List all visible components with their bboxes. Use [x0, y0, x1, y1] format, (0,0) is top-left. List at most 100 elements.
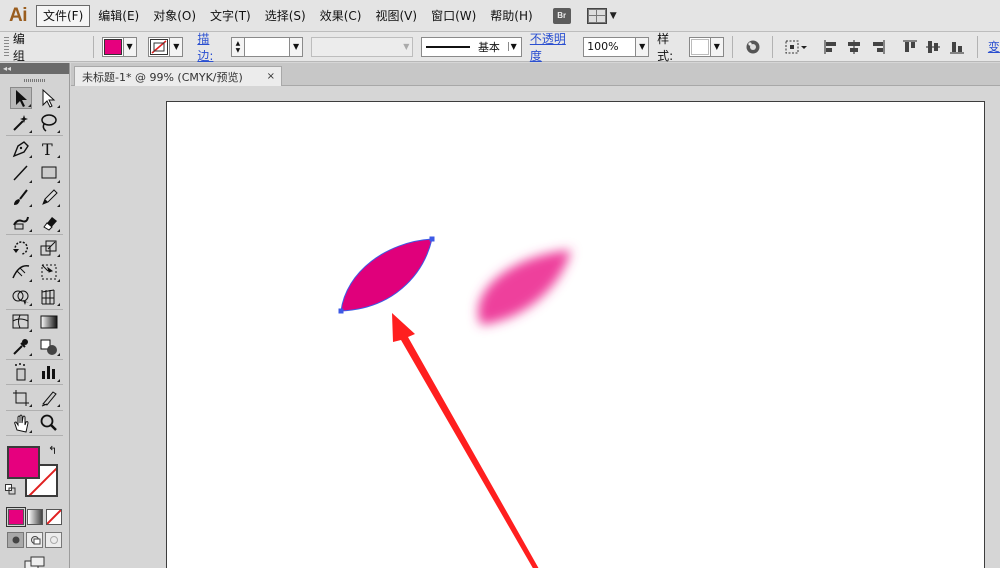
none-mode-button[interactable]	[46, 509, 62, 525]
color-mode-button[interactable]	[6, 507, 26, 527]
workspace-switcher-button[interactable]: ▼	[583, 5, 621, 27]
align-to-dropdown[interactable]	[783, 37, 809, 57]
pencil-tool[interactable]	[38, 186, 60, 208]
type-tool[interactable]: T	[38, 137, 60, 159]
tool-row	[0, 411, 69, 436]
stroke-color-dropdown[interactable]: ▼	[148, 36, 184, 57]
align-bottom-button[interactable]	[947, 37, 967, 57]
stroke-weight-stepper[interactable]: ▲ ▼	[231, 36, 245, 57]
tools-panel-grip[interactable]	[0, 74, 69, 86]
lasso-tool[interactable]	[38, 112, 60, 134]
stroke-none-swatch	[150, 38, 169, 55]
eyedropper-tool[interactable]	[10, 335, 32, 357]
transform-panel-link[interactable]: 变	[986, 38, 1000, 55]
recolor-artwork-button[interactable]	[743, 37, 763, 57]
svg-text:T: T	[42, 140, 53, 159]
tool-grid: T	[0, 86, 69, 435]
align-right-button[interactable]	[868, 37, 888, 57]
menu-item-2[interactable]: 对象(O)	[147, 5, 202, 27]
menu-item-7[interactable]: 窗口(W)	[425, 5, 482, 27]
mesh-icon	[12, 314, 29, 329]
blob-brush-tool[interactable]	[10, 211, 32, 233]
draw-normal-button[interactable]	[7, 532, 24, 548]
opacity-input[interactable]: 100%	[583, 36, 637, 57]
slice-tool[interactable]	[38, 386, 60, 408]
direct-selection-tool[interactable]	[38, 87, 60, 109]
align-top-icon	[902, 40, 917, 52]
canvas-area[interactable]	[71, 87, 1000, 568]
close-icon[interactable]: ×	[267, 71, 275, 82]
control-bar-grip[interactable]	[4, 36, 9, 57]
anchor-point[interactable]	[429, 236, 435, 242]
align-left-button[interactable]	[821, 37, 841, 57]
magic-wand-tool[interactable]	[10, 112, 32, 134]
stroke-panel-link[interactable]: 描边:	[197, 30, 225, 64]
opacity-panel-link[interactable]: 不透明度	[530, 30, 577, 64]
paintbrush-tool[interactable]	[10, 186, 32, 208]
tool-row	[0, 185, 69, 210]
document-tab[interactable]: 未标题-1* @ 99% (CMYK/预览) ×	[74, 66, 282, 86]
swap-fill-stroke-icon[interactable]: ↰	[48, 444, 57, 457]
free-transform-tool[interactable]	[38, 261, 60, 283]
selection-tool[interactable]	[9, 87, 32, 110]
opacity-dropdown[interactable]: ▼	[636, 36, 650, 57]
hand-icon	[14, 414, 29, 433]
rectangle-tool[interactable]	[38, 162, 60, 184]
selection-type-label: 编组	[12, 31, 25, 63]
draw-behind-button[interactable]	[26, 532, 43, 548]
line-segment-tool[interactable]	[10, 162, 32, 184]
gradient-tool[interactable]	[38, 311, 60, 333]
drawing-mode-row	[0, 528, 69, 552]
tools-panel-collapse[interactable]: ◂◂	[0, 63, 69, 74]
bridge-button[interactable]: Br	[549, 5, 575, 27]
eraser-tool[interactable]	[38, 211, 60, 233]
menu-item-5[interactable]: 效果(C)	[314, 5, 368, 27]
symbol-sprayer-tool[interactable]	[10, 361, 32, 383]
blend-tool[interactable]	[38, 335, 60, 357]
graphic-style-dropdown[interactable]: ▼	[688, 36, 724, 57]
hand-tool[interactable]	[10, 412, 32, 434]
selected-petal-shape[interactable]	[341, 239, 432, 311]
menu-item-0[interactable]: 文件(F)	[36, 4, 91, 27]
fill-color-box[interactable]	[7, 446, 40, 479]
draw-inside-icon	[49, 536, 58, 544]
default-fill-stroke-icon[interactable]	[5, 484, 16, 495]
tool-row	[0, 310, 69, 335]
width-tool[interactable]	[10, 261, 32, 283]
gradient-mode-button[interactable]	[27, 509, 43, 525]
align-top-button[interactable]	[900, 37, 920, 57]
mesh-tool[interactable]	[10, 311, 32, 333]
variable-width-profile-dropdown[interactable]: ▼	[310, 36, 414, 57]
menu-item-6[interactable]: 视图(V)	[369, 5, 423, 27]
column-graph-tool[interactable]	[38, 361, 60, 383]
align-horizontal-center-button[interactable]	[845, 37, 865, 57]
align-right-icon	[873, 39, 885, 54]
color-mode-row	[0, 506, 69, 528]
artboard-tool[interactable]	[10, 386, 32, 408]
screen-mode-icon	[24, 556, 44, 568]
tool-row	[0, 260, 69, 285]
rotate-tool[interactable]	[10, 236, 32, 258]
paintbrush-icon	[14, 189, 28, 205]
menu-item-4[interactable]: 选择(S)	[259, 5, 312, 27]
divider	[92, 35, 94, 58]
lasso-icon	[41, 114, 57, 132]
perspective-grid-tool[interactable]	[38, 285, 60, 307]
zoom-tool[interactable]	[38, 412, 60, 434]
draw-inside-button[interactable]	[45, 532, 62, 548]
fill-color-dropdown[interactable]: ▼	[101, 36, 137, 57]
stroke-weight-dropdown[interactable]: ▼	[290, 36, 303, 57]
menu-item-8[interactable]: 帮助(H)	[484, 5, 538, 27]
anchor-point[interactable]	[338, 308, 344, 314]
brush-definition-dropdown[interactable]: 基本 ▼	[421, 36, 522, 57]
pen-tool[interactable]	[10, 137, 32, 159]
blurred-petal-shape[interactable]	[478, 250, 571, 325]
align-vertical-center-button[interactable]	[924, 37, 944, 57]
menu-item-3[interactable]: 文字(T)	[204, 5, 257, 27]
menu-item-1[interactable]: 编辑(E)	[92, 5, 145, 27]
stroke-weight-input[interactable]	[244, 36, 291, 57]
shape-builder-tool[interactable]	[10, 285, 32, 307]
change-screen-mode-button[interactable]	[0, 552, 69, 568]
shape-builder-icon	[12, 290, 29, 305]
scale-tool[interactable]	[38, 236, 60, 258]
